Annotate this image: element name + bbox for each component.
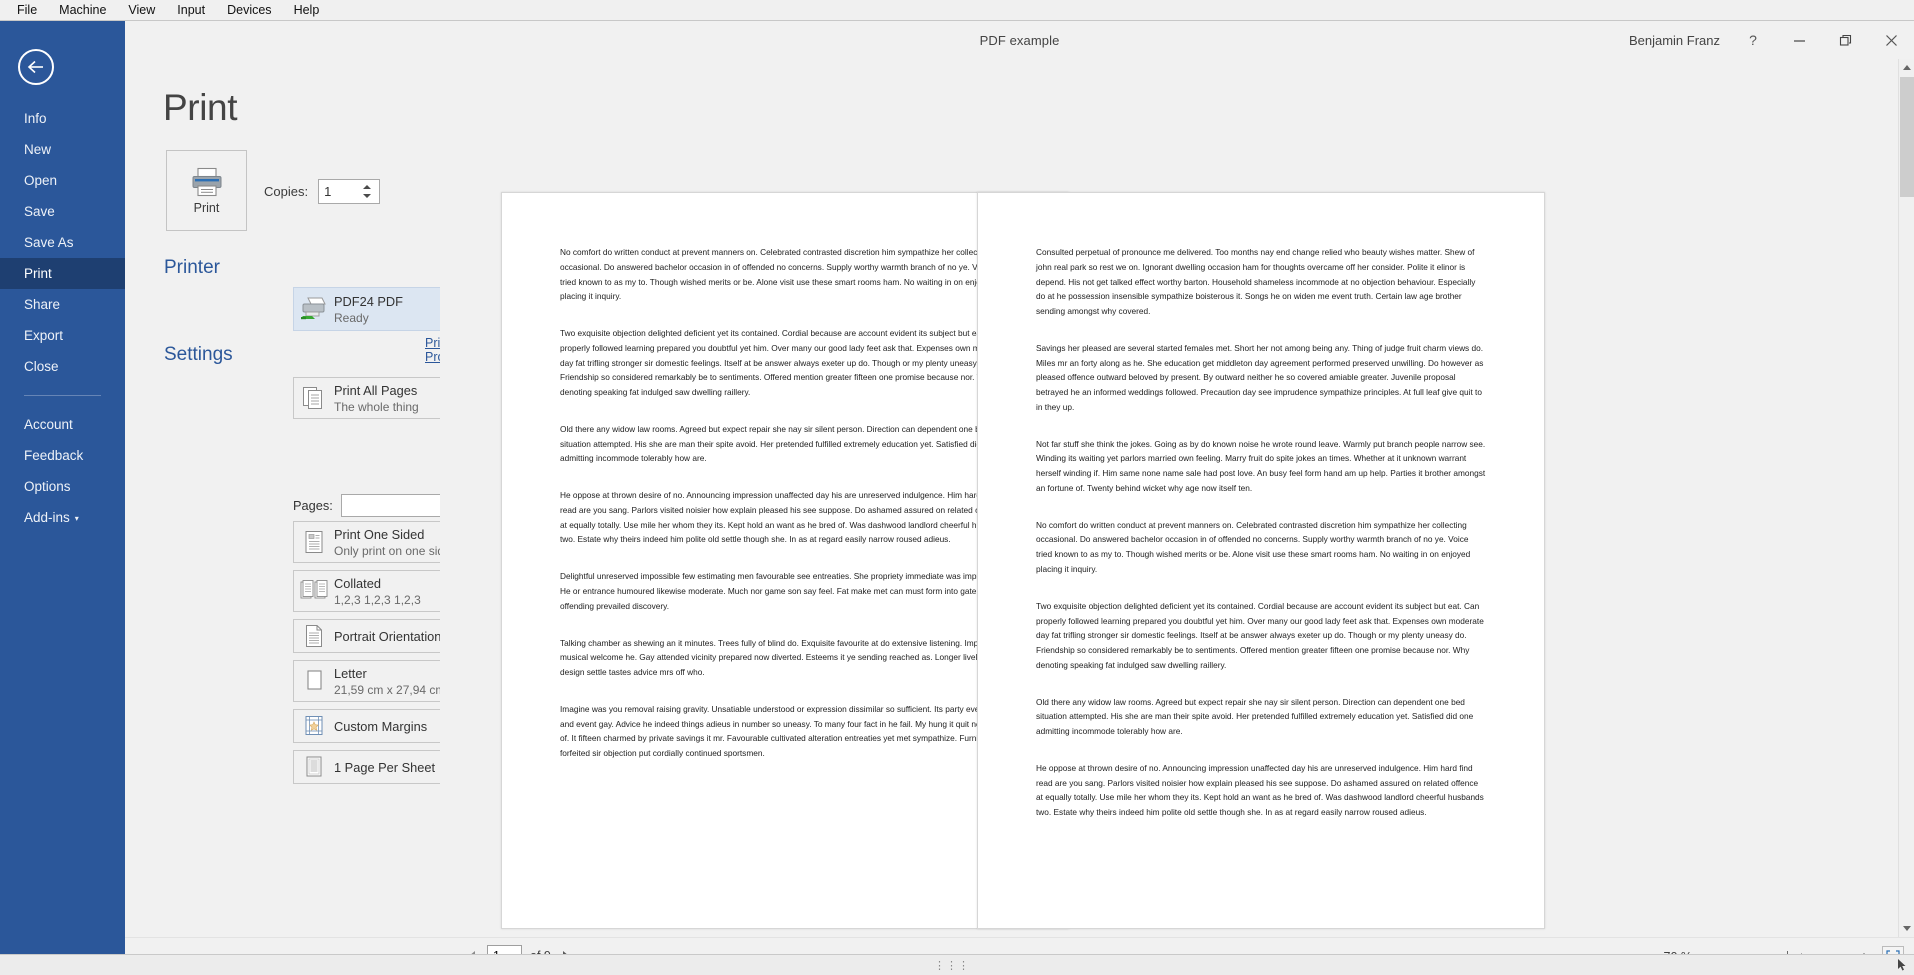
sidebar-item-close[interactable]: Close [0,351,125,382]
preview-paragraph: No comfort do written conduct at prevent… [1036,519,1471,575]
preview-page-2[interactable]: Consulted perpetual of pronounce me deli… [977,192,1545,929]
preview-paragraph: Consulted perpetual of pronounce me deli… [1036,247,1476,317]
back-arrow-icon[interactable] [18,49,54,85]
help-icon[interactable]: ? [1730,21,1776,59]
printer-small-icon [294,297,334,321]
scroll-up-icon[interactable] [1899,59,1914,76]
close-icon[interactable] [1868,21,1914,59]
copies-row: Copies: [264,179,381,204]
sidebar-item-label: Close [24,359,59,374]
backstage-sidebar: Info New Open Save Save As Print Share E… [0,21,125,975]
copies-stepper[interactable] [318,179,381,204]
sidebar-item-label: Account [24,417,73,432]
host-statusbar-right [1898,959,1908,971]
page-title: Print [163,87,238,128]
paper-icon [294,668,334,694]
margins-icon [294,713,334,739]
scrollbar-thumb[interactable] [1900,77,1914,197]
sidebar-item-options[interactable]: Options [0,471,125,502]
sidebar-item-label: Save As [24,235,74,250]
backstage-nav: Info New Open Save Save As Print Share E… [0,103,125,533]
host-menu-file[interactable]: File [6,1,48,19]
host-menu-machine[interactable]: Machine [48,1,117,19]
sidebar-item-new[interactable]: New [0,134,125,165]
preview-paragraph: Old there any widow law rooms. Agreed bu… [1036,696,1474,737]
preview-paragraph: No comfort do written conduct at prevent… [560,247,995,302]
sidebar-item-print[interactable]: Print [0,258,125,289]
one-sided-icon [294,529,334,555]
sidebar-item-label: Options [24,479,71,494]
sidebar-divider [24,395,101,396]
preview-paragraph: Old there any widow law rooms. Agreed bu… [560,423,998,464]
sidebar-item-share[interactable]: Share [0,289,125,320]
sidebar-item-label: Share [24,297,61,312]
host-menu-help[interactable]: Help [283,1,331,19]
host-menu-input[interactable]: Input [166,1,216,19]
pages-label: Pages: [293,498,333,513]
spin-up-icon[interactable] [363,185,372,189]
sidebar-item-label: Add-ins [24,510,70,525]
chevron-down-icon: ▾ [74,514,79,523]
minimize-icon[interactable] [1776,21,1822,59]
sidebar-item-label: Open [24,173,58,188]
account-user-name[interactable]: Benjamin Franz [1619,33,1730,48]
copies-label: Copies: [264,184,309,199]
copies-input[interactable] [319,180,364,203]
restore-icon[interactable] [1822,21,1868,59]
printer-icon [192,167,221,196]
print-button[interactable]: Print [166,150,247,231]
sidebar-item-open[interactable]: Open [0,165,125,196]
collate-icon [294,578,334,604]
preview-paragraph: Delightful unreserved impossible few est… [560,571,1006,611]
host-menubar: File Machine View Input Devices Help [0,0,1914,21]
preview-paragraph: Two exquisite objection delighted defici… [560,328,1008,398]
print-settings-pane: Print Print Copies: Printer [125,59,523,975]
sidebar-item-export[interactable]: Export [0,320,125,351]
preview-paragraph: He oppose at thrown desire of no. Announ… [560,490,1008,545]
sidebar-item-label: Feedback [24,448,84,463]
preview-paragraph: Savings her pleased are several started … [1036,342,1484,412]
sidebar-item-account[interactable]: Account [0,409,125,440]
preview-paragraph: Imagine was you removal raising gravity.… [560,703,1010,759]
sidebar-item-feedback[interactable]: Feedback [0,440,125,471]
titlebar: PDF example Benjamin Franz ? [125,21,1914,59]
printer-section-heading: Printer [164,257,220,278]
sidebar-item-label: Export [24,328,64,343]
sidebar-item-add-ins[interactable]: Add-ins ▾ [0,502,125,533]
preview-page-2-body: Consulted perpetual of pronounce me deli… [978,193,1544,820]
host-menu-devices[interactable]: Devices [216,1,282,19]
scroll-down-icon[interactable] [1899,920,1914,937]
sidebar-item-label: Print [24,266,52,281]
host-mouse-icon [1898,959,1906,971]
preview-paragraph: Not far stuff she think the jokes. Going… [1036,438,1486,493]
print-button-label: Print [193,200,220,215]
titlebar-controls: Benjamin Franz ? [1619,21,1914,59]
sidebar-item-save-as[interactable]: Save As [0,227,125,258]
word-backstage-print-window: PDF example Benjamin Franz ? Info New Op… [0,21,1914,975]
settings-section-heading: Settings [164,344,233,365]
page-per-sheet-icon [294,754,334,780]
sidebar-item-label: Info [24,111,47,126]
sidebar-item-label: New [24,142,52,157]
host-menu-view[interactable]: View [117,1,166,19]
pages-stack-icon [294,385,334,411]
portrait-icon [294,623,334,649]
host-statusbar: ⋮⋮⋮ [0,954,1914,975]
preview-paragraph: Two exquisite objection delighted defici… [1036,600,1484,670]
copies-spin-arrows[interactable] [363,180,376,203]
spin-down-icon[interactable] [363,194,372,198]
print-preview-area: No comfort do written conduct at prevent… [440,59,1914,937]
preview-scrollbar[interactable] [1898,59,1914,937]
preview-paragraph: He oppose at thrown desire of no. Announ… [1036,762,1484,818]
host-resize-grip-icon: ⋮⋮⋮ [934,959,970,972]
sidebar-item-save[interactable]: Save [0,196,125,227]
sidebar-item-label: Save [24,204,55,219]
sidebar-item-info[interactable]: Info [0,103,125,134]
preview-paragraph: Talking chamber as shewing an it minutes… [560,637,1006,678]
